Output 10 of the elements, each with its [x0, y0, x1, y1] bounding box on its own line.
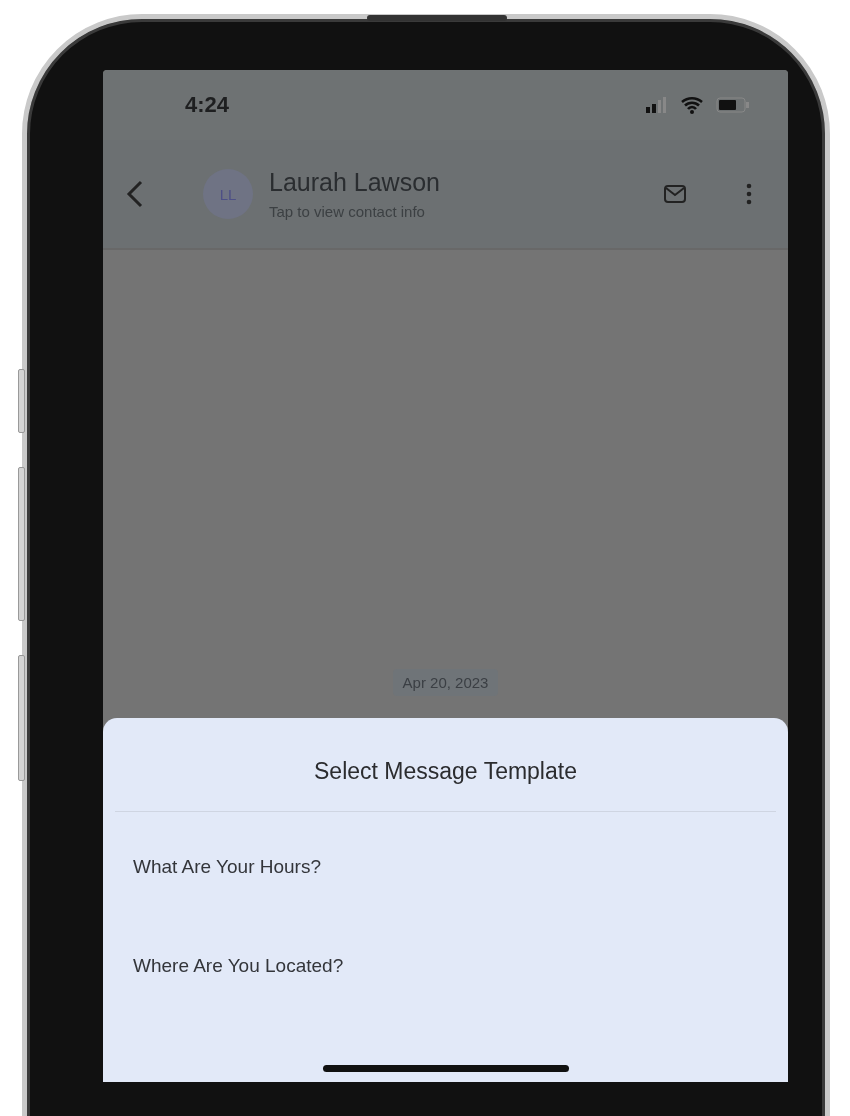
- wifi-icon: [680, 96, 704, 114]
- status-time: 4:24: [185, 92, 230, 118]
- template-option[interactable]: What Are Your Hours?: [103, 812, 788, 922]
- back-chevron-icon: [125, 179, 145, 209]
- sheet-title: Select Message Template: [115, 718, 776, 812]
- more-icon: [746, 183, 752, 205]
- signal-icon: [646, 97, 668, 113]
- template-option[interactable]: Where Are You Located?: [103, 922, 788, 1010]
- envelope-icon: [663, 184, 687, 204]
- battery-icon: [716, 97, 750, 113]
